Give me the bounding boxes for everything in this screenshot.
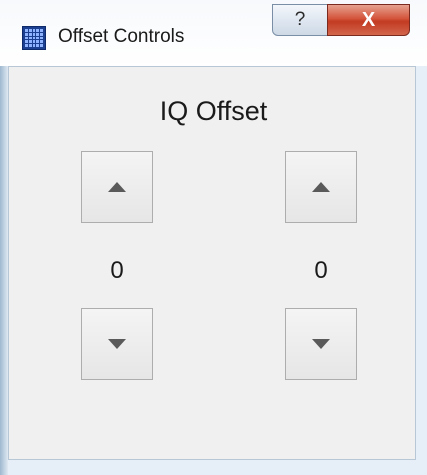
app-grid-icon: [22, 26, 46, 50]
right-offset-value: 0: [314, 257, 328, 284]
down-arrow-icon: [108, 339, 126, 349]
close-icon: X: [361, 8, 376, 31]
left-increment-button[interactable]: [81, 151, 153, 223]
help-button[interactable]: ?: [272, 4, 328, 36]
left-offset-value: 0: [110, 257, 124, 284]
up-arrow-icon: [312, 182, 330, 192]
left-decrement-button[interactable]: [81, 308, 153, 380]
right-decrement-button[interactable]: [285, 308, 357, 380]
window-left-border: [0, 0, 8, 475]
title-bar[interactable]: Offset Controls ? X: [0, 0, 427, 66]
window-title: Offset Controls: [58, 26, 185, 47]
close-button[interactable]: X: [327, 4, 410, 36]
right-increment-button[interactable]: [285, 151, 357, 223]
up-arrow-icon: [108, 182, 126, 192]
help-icon: ?: [294, 9, 306, 30]
window: Offset Controls ? X IQ Offset 0 0: [0, 0, 427, 475]
down-arrow-icon: [312, 339, 330, 349]
panel-heading: IQ Offset: [159, 96, 268, 126]
